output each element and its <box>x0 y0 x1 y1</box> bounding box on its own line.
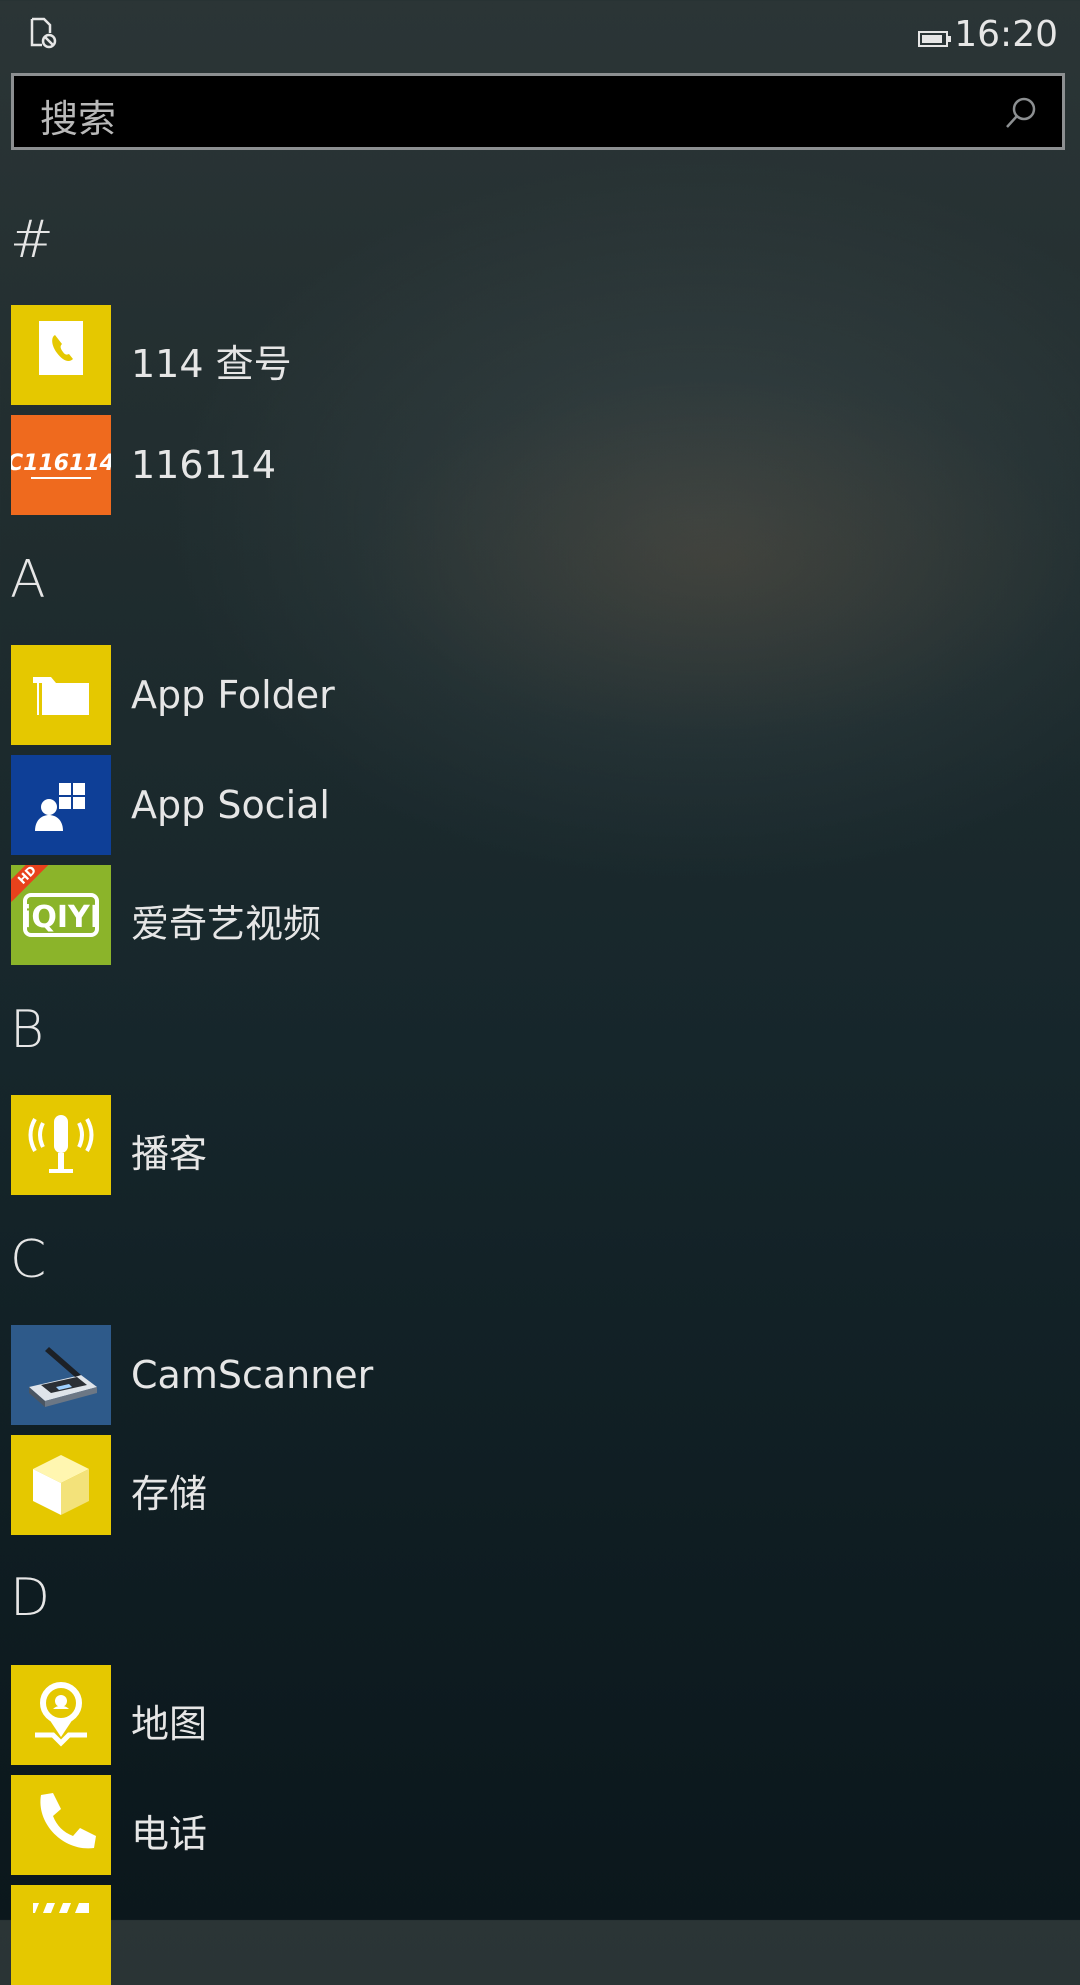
app-item-iqiyi[interactable]: iQIYI HD 爱奇艺视频 <box>11 865 711 965</box>
app-item-phone[interactable]: 电话 <box>11 1775 711 1875</box>
app-item-maps[interactable]: 地图 <box>11 1665 711 1765</box>
search-placeholder: 搜索 <box>40 97 117 141</box>
section-header-b[interactable]: B <box>10 1004 44 1056</box>
search-icon[interactable] <box>1002 94 1040 132</box>
app-tile <box>11 1665 111 1765</box>
app-label: 114 查号 <box>131 342 292 386</box>
status-bar: 16:20 <box>0 0 1080 70</box>
app-tile <box>11 305 111 405</box>
app-item-storage[interactable]: 存储 <box>11 1435 711 1535</box>
app-tile <box>11 1095 111 1195</box>
app-item-116114[interactable]: C116114 116114 <box>11 415 711 515</box>
app-label: 地图 <box>131 1702 208 1746</box>
search-input[interactable]: 搜索 <box>11 73 1065 150</box>
scanner-icon <box>29 1347 97 1407</box>
app-item-114[interactable]: 114 查号 <box>11 305 711 405</box>
app-tile <box>11 1325 111 1425</box>
app-item-podcast[interactable]: 播客 <box>11 1095 711 1195</box>
section-header-d[interactable]: D <box>10 1572 50 1624</box>
app-item-camscanner[interactable]: CamScanner <box>11 1325 711 1425</box>
phonebook-icon <box>39 321 83 383</box>
app-label: 播客 <box>131 1132 208 1176</box>
section-header-c[interactable]: C <box>10 1234 46 1286</box>
folder-icon <box>33 677 89 715</box>
app-tile <box>11 1435 111 1535</box>
app-tile: iQIYI HD <box>11 865 111 965</box>
storage-box-icon <box>33 1455 89 1515</box>
app-label: App Folder <box>131 673 335 717</box>
app-item-app-social[interactable]: App Social <box>11 755 711 855</box>
app-label: 电话 <box>131 1812 208 1856</box>
clock: 16:20 <box>954 14 1058 55</box>
116114-logo-icon: C116114 <box>11 451 111 479</box>
app-label: CamScanner <box>131 1353 374 1397</box>
app-label: App Social <box>131 783 330 827</box>
app-tile <box>11 1885 111 1985</box>
app-tile <box>11 755 111 855</box>
section-header-hash[interactable]: # <box>10 214 54 266</box>
app-item-video[interactable] <box>11 1885 711 1985</box>
microphone-icon <box>28 1115 94 1173</box>
phone-lock-icon <box>30 17 57 49</box>
battery-icon <box>918 31 951 47</box>
map-pin-icon <box>35 1682 87 1747</box>
phone-icon <box>40 1793 96 1849</box>
app-label: 爱奇艺视频 <box>131 902 322 946</box>
svg-text:iQIYI: iQIYI <box>21 900 101 935</box>
svg-text:C116114: C116114 <box>11 451 111 476</box>
app-item-app-folder[interactable]: App Folder <box>11 645 711 745</box>
app-tile <box>11 645 111 745</box>
app-tile: C116114 <box>11 415 111 515</box>
social-icon <box>35 783 85 831</box>
section-header-a[interactable]: A <box>10 554 46 606</box>
app-label: 存储 <box>131 1472 208 1516</box>
clapperboard-icon <box>33 1903 89 1913</box>
app-label: 116114 <box>131 443 277 487</box>
app-tile <box>11 1775 111 1875</box>
